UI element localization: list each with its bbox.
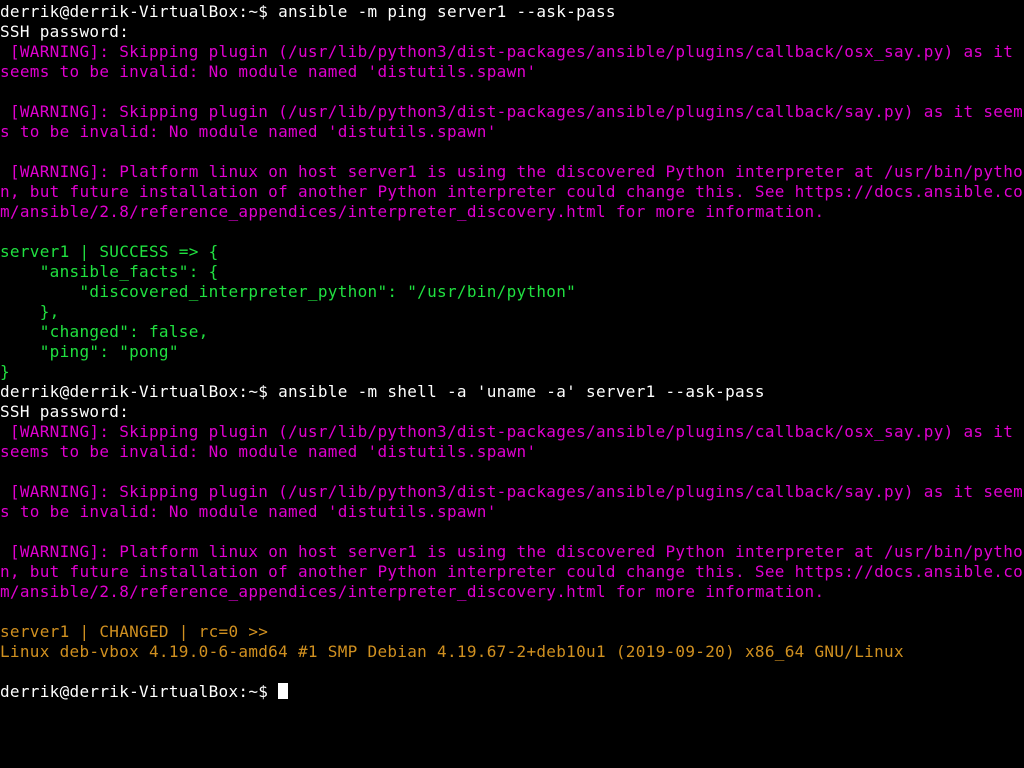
command-ansible-ping: ansible -m ping server1 --ask-pass [278,2,616,21]
ssh-password-prompt-2: SSH password: [0,402,129,421]
ssh-password-prompt-1: SSH password: [0,22,129,41]
cursor-icon [278,683,288,699]
command-ansible-shell-uname: ansible -m shell -a 'uname -a' server1 -… [278,382,765,401]
ansible-changed-header: server1 | CHANGED | rc=0 >> [0,622,268,641]
warning-interpreter-1: [WARNING]: Platform linux on host server… [0,162,1023,221]
warning-osx-say-1: [WARNING]: Skipping plugin (/usr/lib/pyt… [0,42,1023,81]
shell-prompt-3: derrik@derrik-VirtualBox:~$ [0,682,278,701]
uname-output: Linux deb-vbox 4.19.0-6-amd64 #1 SMP Deb… [0,642,904,661]
terminal[interactable]: derrik@derrik-VirtualBox:~$ ansible -m p… [0,0,1024,702]
warning-osx-say-2: [WARNING]: Skipping plugin (/usr/lib/pyt… [0,422,1023,461]
shell-prompt-2: derrik@derrik-VirtualBox:~$ [0,382,278,401]
ansible-success-output: server1 | SUCCESS => { "ansible_facts": … [0,242,576,381]
warning-say-1: [WARNING]: Skipping plugin (/usr/lib/pyt… [0,102,1023,141]
warning-interpreter-2: [WARNING]: Platform linux on host server… [0,542,1023,601]
warning-say-2: [WARNING]: Skipping plugin (/usr/lib/pyt… [0,482,1023,521]
shell-prompt-1: derrik@derrik-VirtualBox:~$ [0,2,278,21]
